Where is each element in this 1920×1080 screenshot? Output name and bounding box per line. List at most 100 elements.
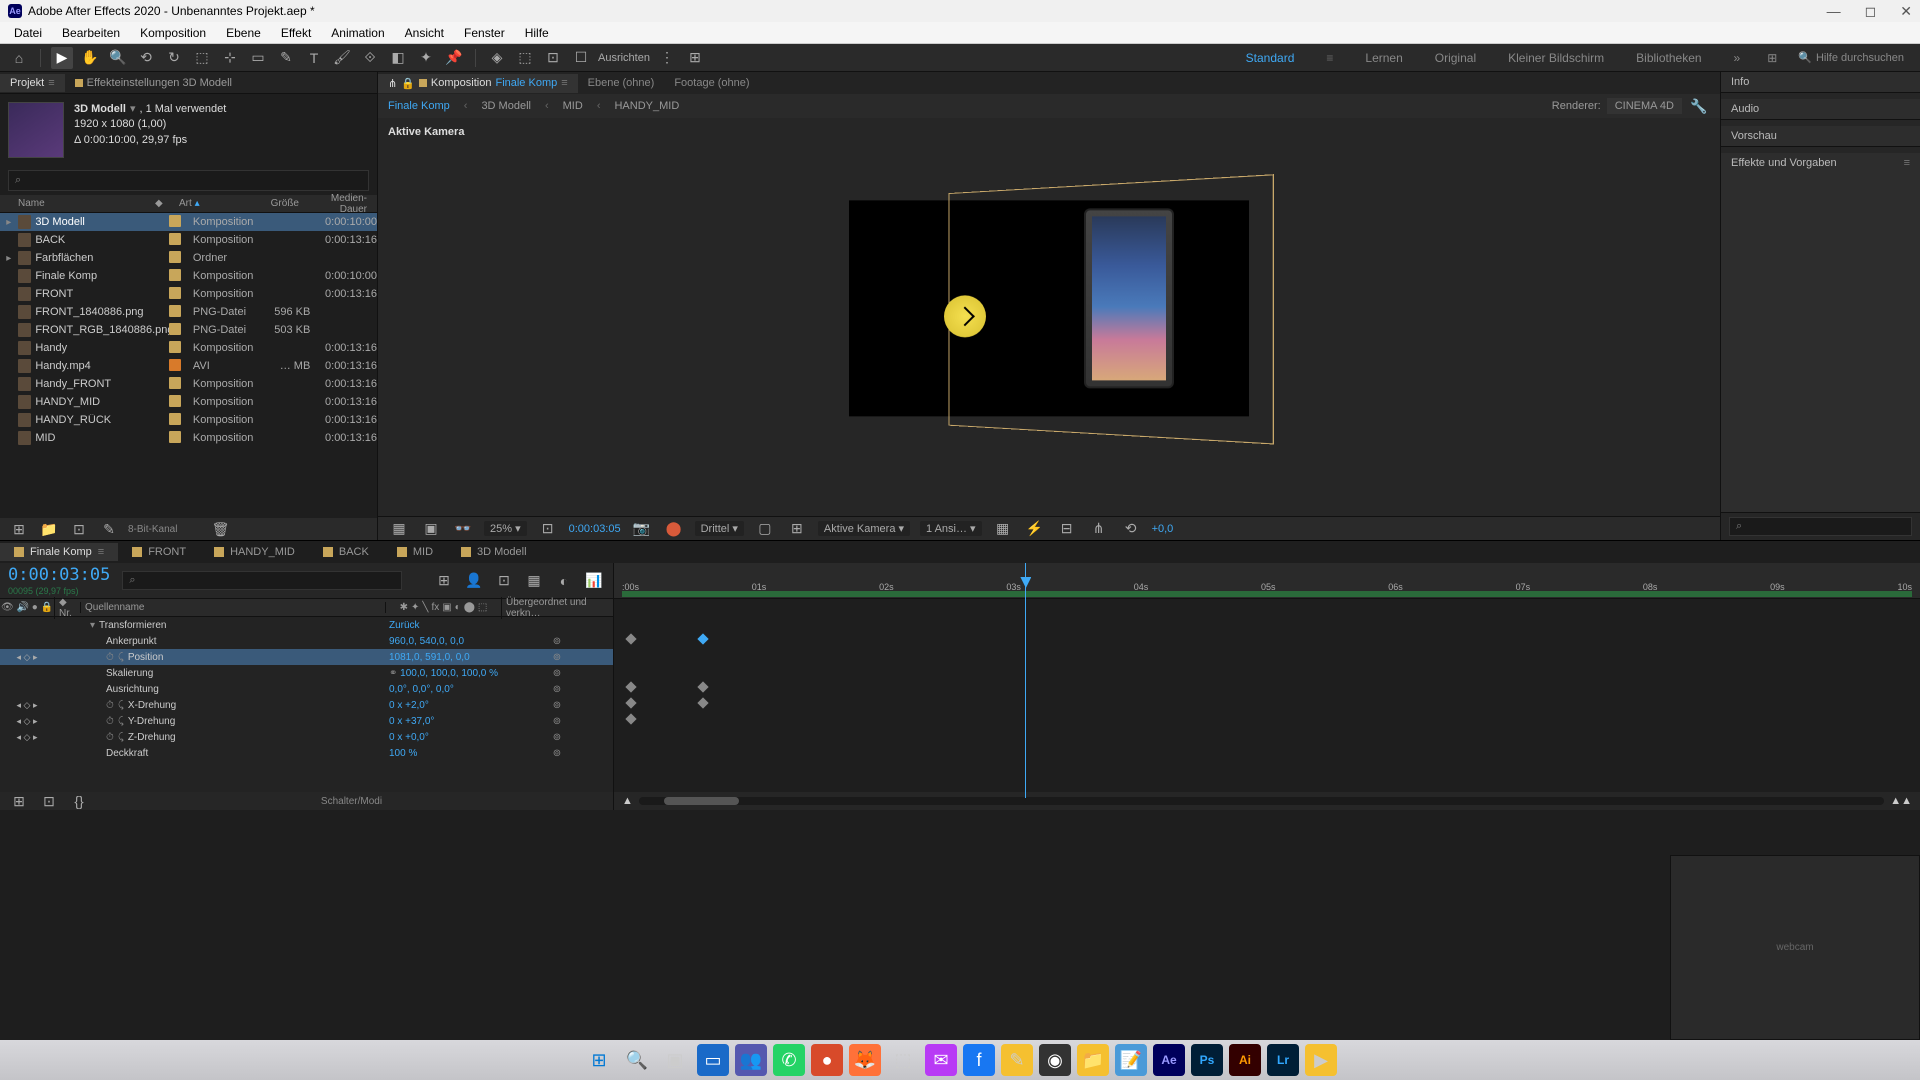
switches-modes-toggle[interactable]: Schalter/Modi xyxy=(321,796,382,807)
3d-icon[interactable]: 👓 xyxy=(452,518,474,540)
mask-icon[interactable]: ▣ xyxy=(420,518,442,540)
project-item[interactable]: ▸FarbflächenOrdner xyxy=(0,249,377,267)
menu-fenster[interactable]: Fenster xyxy=(454,24,515,42)
project-item[interactable]: BACKKomposition0:00:13:16 xyxy=(0,231,377,249)
col-type[interactable]: Art ▴ xyxy=(179,198,255,209)
keyframe[interactable] xyxy=(697,697,708,708)
project-item[interactable]: FRONTKomposition0:00:13:16 xyxy=(0,285,377,303)
property-row[interactable]: Ausrichtung0,0°, 0,0°, 0,0°⊚ xyxy=(0,681,613,697)
project-item[interactable]: Finale KompKomposition0:00:10:00 xyxy=(0,267,377,285)
zoom-out-icon[interactable]: ▲ xyxy=(622,795,633,807)
close-button[interactable]: ✕ xyxy=(1900,3,1912,20)
timeline-timecode[interactable]: 0:00:03:05 xyxy=(8,565,110,585)
tl-comp-icon[interactable]: ⊞ xyxy=(433,570,455,592)
col-duration[interactable]: Medien-Dauer xyxy=(307,193,367,215)
tl-toggle2-icon[interactable]: ⊡ xyxy=(38,790,60,812)
resolution-select[interactable]: Drittel ▾ xyxy=(695,521,744,536)
menu-komposition[interactable]: Komposition xyxy=(130,24,216,42)
puppet-tool-icon[interactable]: 📌 xyxy=(443,47,465,69)
taskbar-obs-icon[interactable]: ◉ xyxy=(1039,1044,1071,1076)
timeline-rows[interactable]: ▾ TransformierenZurück Ankerpunkt960,0, … xyxy=(0,617,613,792)
tab-effekteinstellungen[interactable]: Effekteinstellungen 3D Modell xyxy=(65,74,242,92)
folder-icon[interactable]: 📁 xyxy=(38,518,60,540)
col-label-icon[interactable]: ◆ xyxy=(155,198,179,209)
views-select[interactable]: 1 Ansi… ▾ xyxy=(920,521,982,536)
project-item[interactable]: MIDKomposition0:00:13:16 xyxy=(0,429,377,447)
menu-ansicht[interactable]: Ansicht xyxy=(395,24,454,42)
snapping-opts-icon[interactable]: ⋮ xyxy=(656,47,678,69)
channel-icon[interactable]: ⬤ xyxy=(663,518,685,540)
anchor-tool-icon[interactable]: ⊹ xyxy=(219,47,241,69)
proxy-icon[interactable]: ⊞ xyxy=(684,47,706,69)
menu-animation[interactable]: Animation xyxy=(321,24,394,42)
breadcrumb-1[interactable]: 3D Modell xyxy=(481,100,531,112)
tab-layer[interactable]: Ebene (ohne) xyxy=(578,74,665,92)
taskbar-firefox-icon[interactable]: 🦊 xyxy=(849,1044,881,1076)
timeline-track-area[interactable]: :00s01s02s03s04s05s06s07s08s09s10s ▲ ▲▲ xyxy=(614,563,1920,810)
project-item[interactable]: HANDY_RÜCKKomposition0:00:13:16 xyxy=(0,411,377,429)
roto-tool-icon[interactable]: ✦ xyxy=(415,47,437,69)
zoom-in-icon[interactable]: ▲▲ xyxy=(1890,795,1912,807)
minimize-button[interactable]: — xyxy=(1827,3,1841,20)
taskbar-ae-icon[interactable]: Ae xyxy=(1153,1044,1185,1076)
taskbar-ps-icon[interactable]: Ps xyxy=(1191,1044,1223,1076)
taskbar-windows-icon[interactable]: ⊞ xyxy=(583,1044,615,1076)
menu-effekt[interactable]: Effekt xyxy=(271,24,321,42)
zoom-tool-icon[interactable]: 🔍 xyxy=(107,47,129,69)
pen-tool-icon[interactable]: ✎ xyxy=(275,47,297,69)
res-icon[interactable]: ⊡ xyxy=(537,518,559,540)
toggle-3-icon[interactable]: ⊡ xyxy=(542,47,564,69)
timeline-tab[interactable]: 3D Modell xyxy=(447,543,541,561)
tl-frame-icon[interactable]: ▦ xyxy=(523,570,545,592)
property-row[interactable]: Deckkraft100 %⊚ xyxy=(0,745,613,761)
project-item[interactable]: FRONT_RGB_1840886.pngPNG-Datei503 KB xyxy=(0,321,377,339)
selection-tool-icon[interactable]: ▶ xyxy=(51,47,73,69)
roi-icon[interactable]: ▢ xyxy=(754,518,776,540)
toggle-2-icon[interactable]: ⬚ xyxy=(514,47,536,69)
text-tool-icon[interactable]: T xyxy=(303,47,325,69)
tl-draft-icon[interactable]: ⊡ xyxy=(493,570,515,592)
taskbar-ai-icon[interactable]: Ai xyxy=(1229,1044,1261,1076)
project-search-input[interactable]: ⌕ xyxy=(8,170,369,191)
maximize-button[interactable]: ◻ xyxy=(1865,3,1877,20)
workspace-overflow-icon[interactable]: » xyxy=(1722,47,1753,69)
clone-tool-icon[interactable]: ⟐ xyxy=(359,47,381,69)
col-quellenname[interactable]: Quellenname xyxy=(80,602,385,613)
timeline-tab[interactable]: Finale Komp ≡ xyxy=(0,543,118,561)
workspace-bibliotheken[interactable]: Bibliotheken xyxy=(1624,47,1713,69)
workspace-lernen[interactable]: Lernen xyxy=(1353,47,1414,69)
bpc-label[interactable]: 8-Bit-Kanal xyxy=(128,524,177,535)
workspace-reset-icon[interactable]: ⊞ xyxy=(1760,47,1784,69)
taskbar-app1-icon[interactable]: ● xyxy=(811,1044,843,1076)
home-tool-icon[interactable]: ⌂ xyxy=(8,47,30,69)
lock-icon[interactable]: 🔒 xyxy=(401,77,415,90)
tl-mb-icon[interactable]: ◐ xyxy=(553,570,575,592)
project-item[interactable]: Handy.mp4AVI… MB0:00:13:16 xyxy=(0,357,377,375)
col-label-icon[interactable]: ◆ xyxy=(59,597,67,608)
project-list[interactable]: ▸3D ModellKomposition0:00:10:00BACKKompo… xyxy=(0,213,377,518)
view-select[interactable]: Aktive Kamera ▾ xyxy=(818,521,910,536)
tab-footage[interactable]: Footage (ohne) xyxy=(664,74,759,92)
taskbar-messenger-icon[interactable]: ✉ xyxy=(925,1044,957,1076)
flowchart2-icon[interactable]: ⋔ xyxy=(1088,518,1110,540)
comp-icon[interactable]: ⊡ xyxy=(68,518,90,540)
keyframe[interactable] xyxy=(625,697,636,708)
project-item[interactable]: ▸3D ModellKomposition0:00:10:00 xyxy=(0,213,377,231)
timeline-icon[interactable]: ⊟ xyxy=(1056,518,1078,540)
tl-graph-icon[interactable]: 📊 xyxy=(583,570,605,592)
reset-exp-icon[interactable]: ⟲ xyxy=(1120,518,1142,540)
playhead[interactable] xyxy=(1025,563,1026,798)
eraser-tool-icon[interactable]: ◧ xyxy=(387,47,409,69)
grid-icon[interactable]: ⊞ xyxy=(786,518,808,540)
property-row[interactable]: ◂ ◇ ▸⏱ ⤹ Z-Drehung0 x +0,0°⊚ xyxy=(0,729,613,745)
snapshot-icon[interactable]: 📷 xyxy=(631,518,653,540)
tl-toggle1-icon[interactable]: ⊞ xyxy=(8,790,30,812)
taskbar-app4-icon[interactable]: ▶ xyxy=(1305,1044,1337,1076)
composition-viewer[interactable]: Aktive Kamera xyxy=(378,118,1720,516)
project-item[interactable]: HANDY_MIDKomposition0:00:13:16 xyxy=(0,393,377,411)
breadcrumb-3[interactable]: HANDY_MID xyxy=(614,100,679,112)
workspace-original[interactable]: Original xyxy=(1423,47,1488,69)
renderer-value[interactable]: CINEMA 4D xyxy=(1607,98,1682,114)
col-parent[interactable]: Übergeordnet und verkn… xyxy=(501,597,613,619)
adjust-icon[interactable]: ✎ xyxy=(98,518,120,540)
